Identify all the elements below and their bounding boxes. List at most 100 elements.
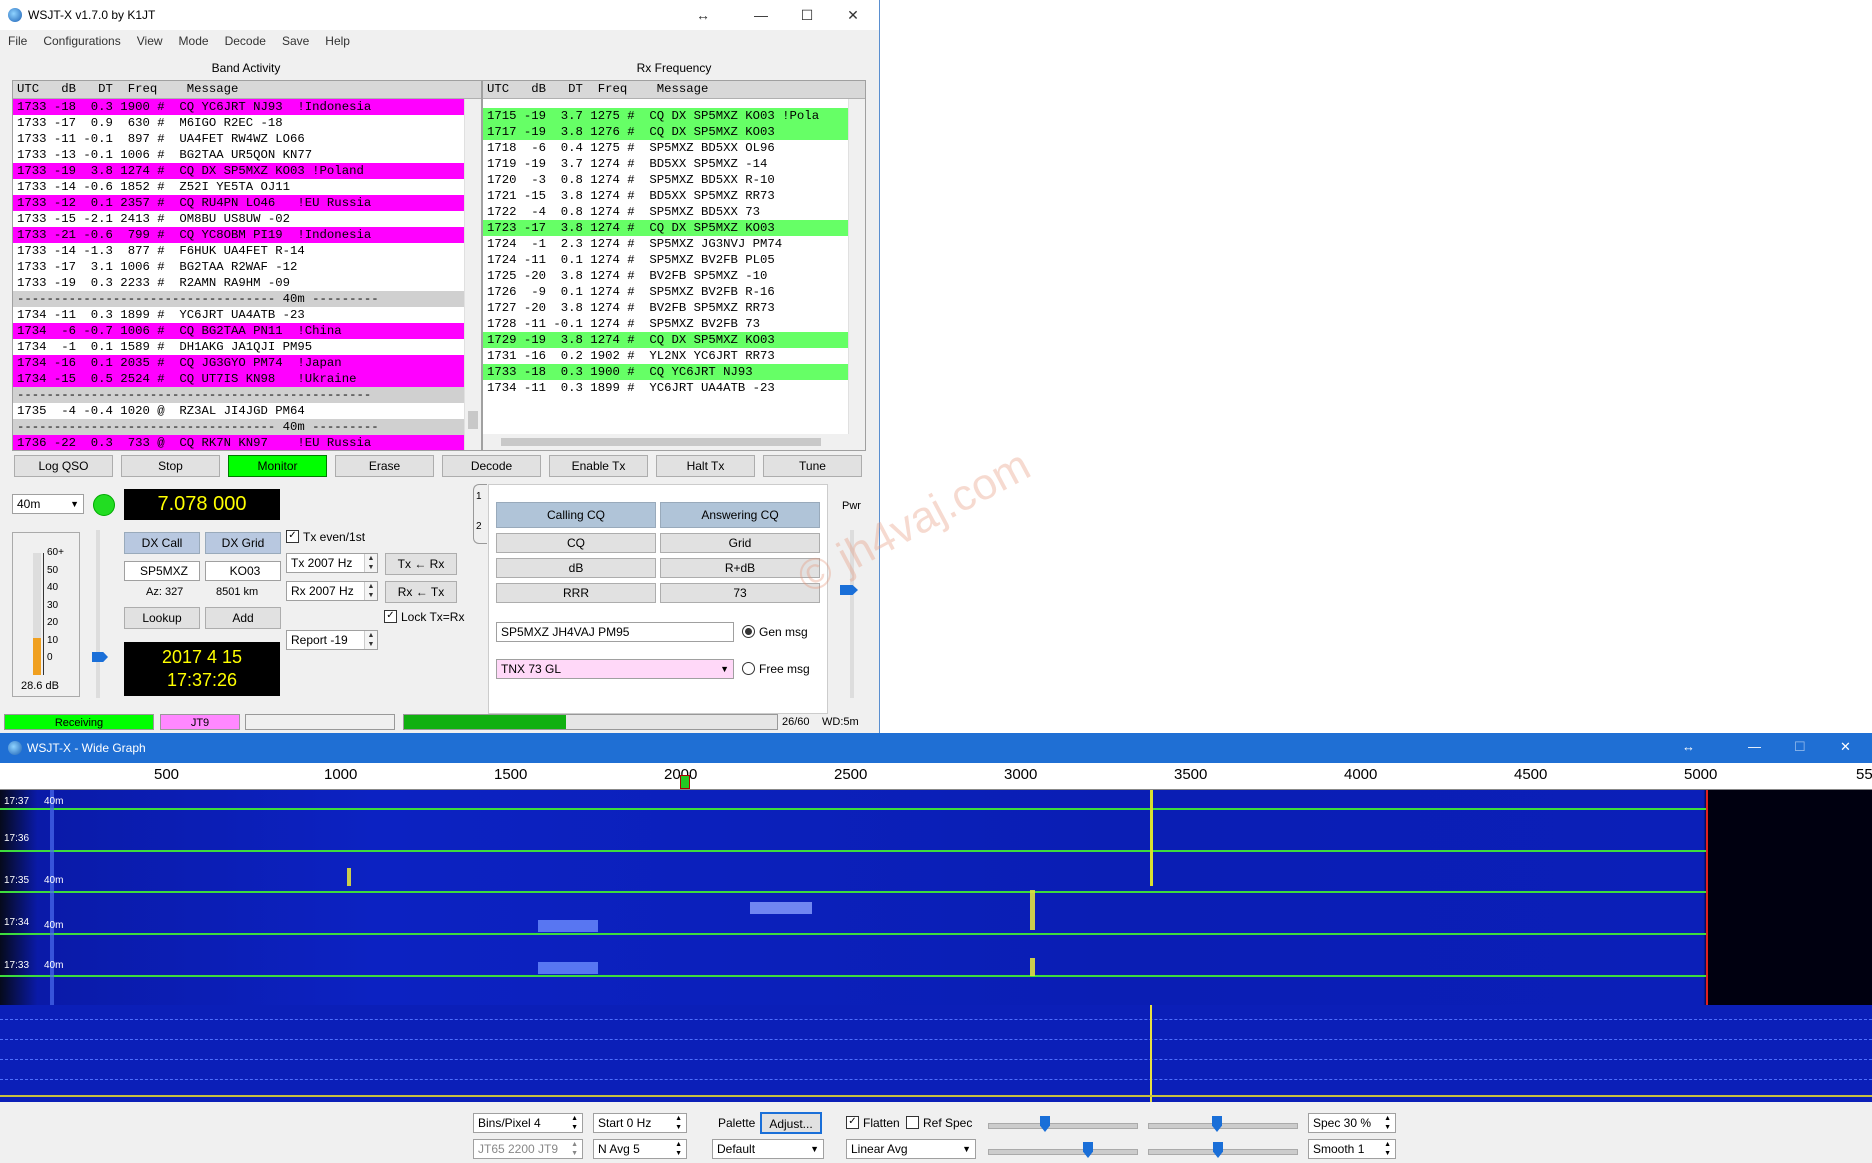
start-freq-spinbox[interactable]: Start 0 Hz ▲ ▼: [593, 1113, 687, 1133]
answering-cq-button[interactable]: Answering CQ: [660, 502, 820, 528]
menu-view[interactable]: View: [129, 31, 171, 51]
list-item[interactable]: 1734 -15 0.5 2524 # CQ UT7IS KN98 !Ukrai…: [13, 371, 464, 387]
db-button[interactable]: dB: [496, 558, 656, 578]
cat-status-indicator[interactable]: [93, 494, 115, 516]
flatten-checkbox[interactable]: ✓ Flatten: [846, 1116, 900, 1130]
list-item[interactable]: 1715 -19 3.7 1275 # CQ DX SP5MXZ KO03 !P…: [483, 108, 848, 124]
list-item[interactable]: 1733 -19 3.8 1274 # CQ DX SP5MXZ KO03 !P…: [13, 163, 464, 179]
stop-button[interactable]: Stop: [121, 455, 220, 477]
list-item[interactable]: 1734 -11 0.3 1899 # YC6JRT UA4ATB -23: [13, 307, 464, 323]
list-item[interactable]: ----------------------------------------…: [13, 387, 464, 403]
hscroll-thumb[interactable]: [501, 438, 821, 446]
list-item[interactable]: 1733 -17 0.9 630 # M6IGO R2EC -18: [13, 115, 464, 131]
band-select[interactable]: 40m ▼: [12, 494, 84, 514]
menu-mode[interactable]: Mode: [171, 31, 217, 51]
list-item[interactable]: 1731 -16 0.2 1902 # YL2NX YC6JRT RR73: [483, 348, 848, 364]
rx-frequency-vscroll[interactable]: [848, 99, 865, 434]
gen-msg-radio[interactable]: Gen msg: [742, 625, 808, 639]
rx-gain-slider-track[interactable]: [96, 530, 100, 698]
resize-icon[interactable]: ↔: [680, 0, 726, 30]
report-spinbox[interactable]: Report -19 ▲ ▼: [286, 630, 378, 650]
list-item[interactable]: 1736 -22 0.3 733 @ CQ RK7N KN97 !EU Russ…: [13, 435, 464, 450]
waterfall-display[interactable]: 17:37 40m 17:36 17:35 40m 17:34 40m 17:3…: [0, 790, 1872, 1005]
resize-icon[interactable]: ↔: [1682, 739, 1695, 754]
palette-slider[interactable]: [988, 1149, 1138, 1155]
menu-help[interactable]: Help: [317, 31, 358, 51]
list-item[interactable]: 1720 -3 0.8 1274 # SP5MXZ BD5XX R-10: [483, 172, 848, 188]
list-item[interactable]: 1733 -15 -2.1 2413 # OM8BU US8UW -02: [13, 211, 464, 227]
scroll-thumb[interactable]: [468, 411, 478, 429]
lookup-button[interactable]: Lookup: [124, 607, 200, 629]
close-button[interactable]: ✕: [830, 0, 876, 30]
menu-configurations[interactable]: Configurations: [35, 31, 128, 51]
mode-select[interactable]: JT65 2200 JT9 ▲ ▼: [473, 1139, 583, 1159]
list-item[interactable]: 1723 -17 3.8 1274 # CQ DX SP5MXZ KO03: [483, 220, 848, 236]
minimize-button[interactable]: —: [738, 0, 784, 30]
gain-slider-thumb[interactable]: [1040, 1116, 1050, 1132]
spectrum-display[interactable]: [0, 1005, 1872, 1102]
free-msg-radio[interactable]: Free msg: [742, 662, 810, 676]
list-item[interactable]: 1733 -11 -0.1 897 # UA4FET RW4WZ LO66: [13, 131, 464, 147]
list-item[interactable]: ----------------------------------- 40m …: [13, 419, 464, 435]
rx-freq-spinbox[interactable]: Rx 2007 Hz ▲ ▼: [286, 581, 378, 601]
spec-zero-slider[interactable]: [1148, 1149, 1298, 1155]
palette-slider-thumb[interactable]: [1083, 1142, 1093, 1158]
log-qso-button[interactable]: Log QSO: [14, 455, 113, 477]
tab-1[interactable]: 1: [476, 491, 482, 502]
rx-gain-slider-thumb[interactable]: [92, 652, 108, 662]
list-item[interactable]: 1734 -1 0.1 1589 # DH1AKG JA1QJI PM95: [13, 339, 464, 355]
tune-button[interactable]: Tune: [763, 455, 862, 477]
smooth-spinbox[interactable]: Smooth 1 ▲ ▼: [1308, 1139, 1396, 1159]
list-item[interactable]: 1733 -17 3.1 1006 # BG2TAA R2WAF -12: [13, 259, 464, 275]
list-item[interactable]: 1734 -16 0.1 2035 # CQ JG3GYO PM74 !Japa…: [13, 355, 464, 371]
list-item[interactable]: 1727 -20 3.8 1274 # BV2FB SP5MXZ RR73: [483, 300, 848, 316]
enable-tx-button[interactable]: Enable Tx: [549, 455, 648, 477]
list-item[interactable]: 1724 -1 2.3 1274 # SP5MXZ JG3NVJ PM74: [483, 236, 848, 252]
list-item[interactable]: 1725 -20 3.8 1274 # BV2FB SP5MXZ -10: [483, 268, 848, 284]
dx-call-button[interactable]: DX Call: [124, 532, 200, 554]
list-item[interactable]: 1729 -19 3.8 1274 # CQ DX SP5MXZ KO03: [483, 332, 848, 348]
dx-call-input[interactable]: SP5MXZ: [124, 561, 200, 581]
list-item[interactable]: 1717 -19 3.8 1276 # CQ DX SP5MXZ KO03: [483, 124, 848, 140]
spec-percent-spinbox[interactable]: Spec 30 % ▲ ▼: [1308, 1113, 1396, 1133]
n-avg-spinbox[interactable]: N Avg 5 ▲ ▼: [593, 1139, 687, 1159]
list-item[interactable]: 1733 -13 -0.1 1006 # BG2TAA UR5QON KN77: [13, 147, 464, 163]
list-item[interactable]: 1734 -6 -0.7 1006 # CQ BG2TAA PN11 !Chin…: [13, 323, 464, 339]
list-item[interactable]: 1735 -4 -0.4 1020 @ RZ3AL JI4JGD PM64: [13, 403, 464, 419]
zero-slider-thumb[interactable]: [1212, 1116, 1222, 1132]
list-item[interactable]: 1724 -11 0.1 1274 # SP5MXZ BV2FB PL05: [483, 252, 848, 268]
grid-button[interactable]: Grid: [660, 533, 820, 553]
dx-grid-button[interactable]: DX Grid: [205, 532, 281, 554]
tx-even-checkbox[interactable]: ✓ Tx even/1st: [286, 530, 365, 544]
list-item[interactable]: 1726 -9 0.1 1274 # SP5MXZ BV2FB R-16: [483, 284, 848, 300]
tx-freq-spinbox[interactable]: Tx 2007 Hz ▲ ▼: [286, 553, 378, 573]
minimize-button[interactable]: —: [1748, 739, 1761, 754]
menu-save[interactable]: Save: [274, 31, 317, 51]
spin-arrows-icon[interactable]: ▲ ▼: [364, 631, 377, 649]
dx-grid-input[interactable]: KO03: [205, 561, 281, 581]
decode-button[interactable]: Decode: [442, 455, 541, 477]
halt-tx-button[interactable]: Halt Tx: [656, 455, 755, 477]
frequency-scale[interactable]: 500 1000 1500 2000 2500 3000 3500 4000 4…: [0, 763, 1872, 790]
rx-frequency-list[interactable]: UTC dB DT Freq Message 1715 -19 3.7 1275…: [482, 80, 866, 451]
band-activity-scrollbar[interactable]: [464, 99, 481, 450]
avg-mode-select[interactable]: Linear Avg ▼: [846, 1139, 976, 1159]
list-item[interactable]: 1728 -11 -0.1 1274 # SP5MXZ BV2FB 73: [483, 316, 848, 332]
rx-tx-marker-icon[interactable]: [680, 775, 690, 789]
spin-arrows-icon[interactable]: ▲ ▼: [364, 582, 377, 600]
list-item[interactable]: 1722 -4 0.8 1274 # SP5MXZ BD5XX 73: [483, 204, 848, 220]
tx-from-rx-button[interactable]: Tx ← Rx: [385, 553, 457, 575]
add-button[interactable]: Add: [205, 607, 281, 629]
band-activity-list[interactable]: UTC dB DT Freq Message 1733 -18 0.3 1900…: [12, 80, 482, 451]
spin-arrows-icon[interactable]: ▲ ▼: [364, 554, 377, 572]
list-item[interactable]: 1734 -11 0.3 1899 # YC6JRT UA4ATB -23: [483, 380, 848, 396]
menu-decode[interactable]: Decode: [217, 31, 274, 51]
list-item[interactable]: 1721 -15 3.8 1274 # BD5XX SP5MXZ RR73: [483, 188, 848, 204]
rx-from-tx-button[interactable]: Rx ← Tx: [385, 581, 457, 603]
73-button[interactable]: 73: [660, 583, 820, 603]
list-item[interactable]: 1733 -14 -1.3 877 # F6HUK UA4FET R-14: [13, 243, 464, 259]
rx-frequency-hscroll[interactable]: [483, 434, 865, 450]
maximize-button[interactable]: ☐: [784, 0, 830, 30]
close-button[interactable]: ✕: [1840, 739, 1851, 755]
list-item[interactable]: 1733 -18 0.3 1900 # CQ YC6JRT NJ93: [483, 364, 848, 380]
